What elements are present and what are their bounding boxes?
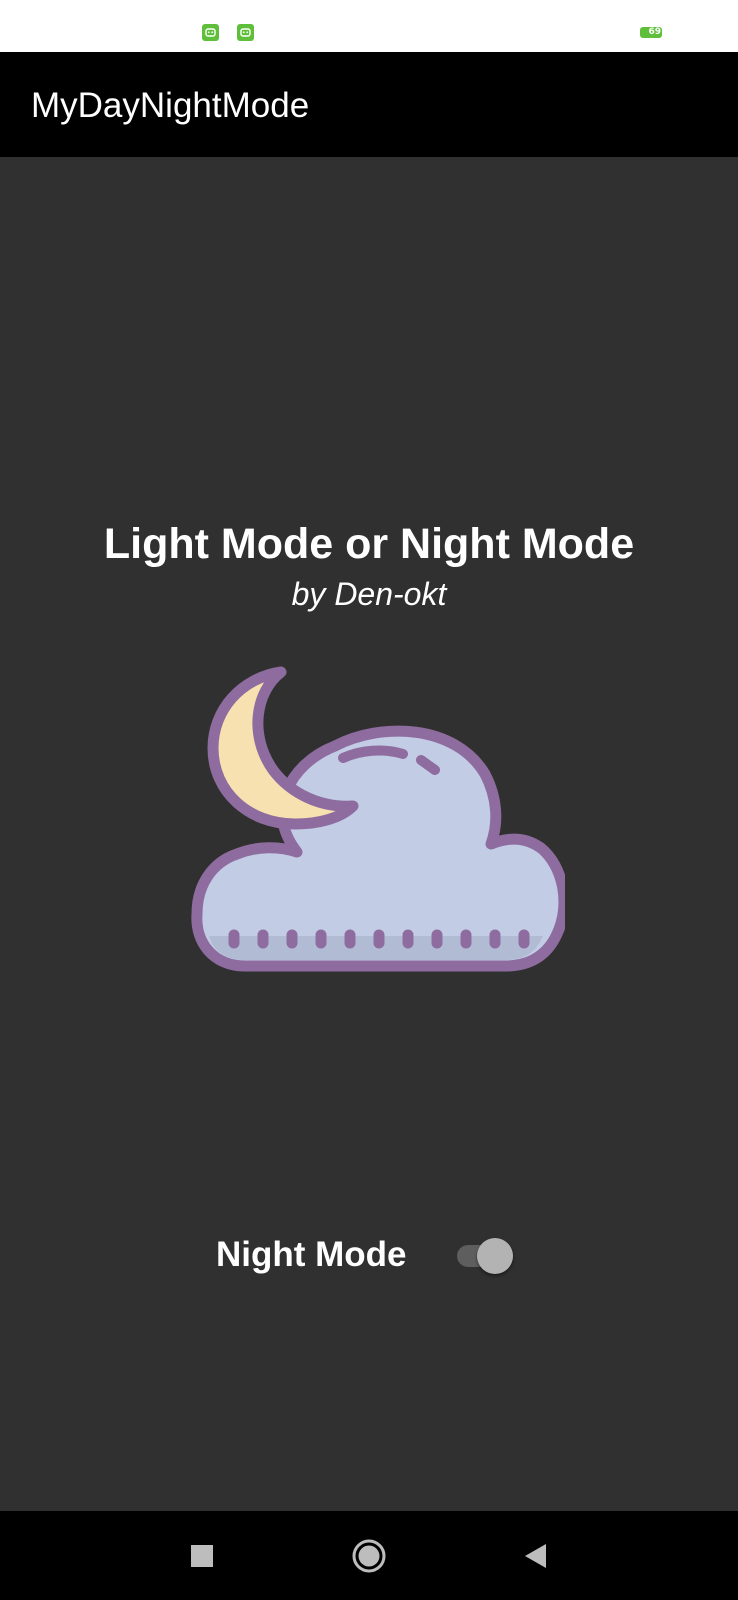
navigation-bar [0, 1511, 738, 1600]
author-byline: by Den-okt [291, 576, 447, 612]
battery-level: 69 [640, 26, 662, 38]
night-mode-row: Night Mode [0, 1232, 738, 1282]
main-content: Light Mode or Night Mode by Den-okt Nigh… [0, 157, 738, 1511]
app-bar: MyDayNightMode [0, 52, 738, 157]
night-mode-label: Night Mode [216, 1235, 407, 1274]
status-bar: 69 [0, 0, 738, 52]
moon-cloud-icon [185, 652, 570, 1132]
page-heading: Light Mode or Night Mode [103, 520, 635, 568]
battery-icon: 69 [640, 26, 662, 38]
app-title: MyDayNightMode [31, 86, 310, 125]
android-icon [202, 24, 219, 41]
night-mode-switch[interactable] [455, 1237, 517, 1275]
recents-icon[interactable] [181, 1535, 223, 1577]
android-icon [237, 24, 254, 41]
back-icon[interactable] [515, 1535, 557, 1577]
home-icon[interactable] [348, 1535, 390, 1577]
switch-thumb[interactable] [477, 1238, 513, 1274]
